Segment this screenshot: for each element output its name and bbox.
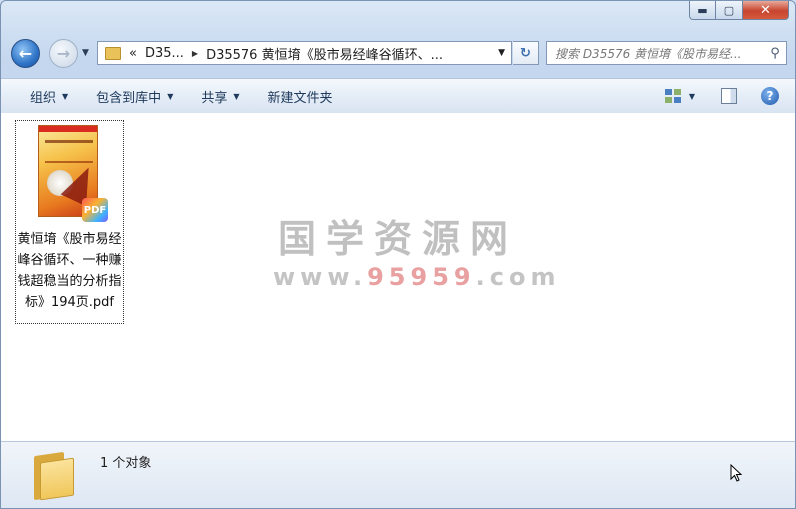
- view-controls: ▼ ?: [664, 79, 795, 113]
- help-icon[interactable]: ?: [761, 87, 779, 105]
- share-label: 共享: [201, 90, 228, 106]
- chevron-down-icon: ▼: [233, 91, 240, 101]
- details-pane: 1 个对象: [1, 441, 795, 508]
- breadcrumb-overflow[interactable]: «: [129, 46, 137, 61]
- share-menu[interactable]: 共享 ▼: [201, 87, 239, 106]
- navigation-bar: ← → ▼ « D35... ▶ D35576 黄恒堉《股市易经峰谷循环、...…: [1, 37, 795, 71]
- watermark-title: 国学资源网: [277, 217, 518, 261]
- command-bar: 组织 ▼ 包含到库中 ▼ 共享 ▼ 新建文件夹 ▼ ?: [1, 78, 795, 114]
- include-in-library-label: 包含到库中: [96, 90, 162, 106]
- item-count: 1 个对象: [100, 456, 152, 471]
- close-button[interactable]: ✕: [743, 1, 789, 20]
- address-bar[interactable]: « D35... ▶ D35576 黄恒堉《股市易经峰谷循环、... ▼: [97, 41, 512, 65]
- view-options-dropdown-icon[interactable]: ▼: [689, 92, 695, 101]
- mouse-cursor-icon: [730, 464, 742, 482]
- change-view-icon[interactable]: [664, 89, 681, 103]
- caption-buttons: ▬ ▢ ✕: [689, 1, 789, 20]
- organize-menu[interactable]: 组织 ▼: [30, 87, 68, 106]
- file-name-label: 黄恒堉《股市易经峰谷循环、一种赚钱超稳当的分析指标》194页.pdf: [17, 232, 122, 310]
- watermark: 国学资源网 www.95959.com: [273, 217, 561, 293]
- include-in-library-menu[interactable]: 包含到库中 ▼: [96, 87, 173, 106]
- explorer-window: ▬ ▢ ✕ ← → ▼ « D35... ▶ D35576 黄恒堉《股市易经峰谷…: [0, 0, 796, 509]
- chevron-down-icon: ▼: [167, 91, 174, 101]
- folder-large-icon: [34, 450, 74, 501]
- pdf-badge-icon: PDF: [82, 198, 108, 222]
- folder-icon: [105, 46, 121, 60]
- back-button[interactable]: ←: [11, 39, 40, 68]
- watermark-url: www.95959.com: [273, 263, 561, 291]
- breadcrumb-arrow-icon[interactable]: ▶: [192, 49, 198, 58]
- search-input[interactable]: 搜索 D35576 黄恒堉《股市易经... ⚲: [546, 41, 787, 65]
- maximize-button[interactable]: ▢: [716, 1, 743, 20]
- refresh-button[interactable]: ↻: [513, 41, 539, 65]
- file-list-pane[interactable]: PDF 黄恒堉《股市易经峰谷循环、一种赚钱超稳当的分析指标》194页.pdf 国…: [1, 113, 795, 441]
- new-folder-label: 新建文件夹: [267, 90, 333, 106]
- search-placeholder: 搜索 D35576 黄恒堉《股市易经...: [555, 46, 742, 61]
- breadcrumb-item-parent[interactable]: D35...: [145, 46, 184, 61]
- minimize-button[interactable]: ▬: [689, 1, 716, 20]
- preview-pane-icon[interactable]: [721, 88, 737, 104]
- forward-button[interactable]: →: [49, 39, 78, 68]
- breadcrumb-item-current[interactable]: D35576 黄恒堉《股市易经峰谷循环、...: [206, 44, 443, 63]
- file-item-pdf[interactable]: PDF 黄恒堉《股市易经峰谷循环、一种赚钱超稳当的分析指标》194页.pdf: [15, 120, 124, 324]
- chevron-down-icon: ▼: [62, 91, 69, 101]
- address-dropdown-icon[interactable]: ▼: [498, 48, 505, 58]
- search-icon[interactable]: ⚲: [764, 46, 786, 61]
- recent-pages-dropdown[interactable]: ▼: [82, 48, 89, 58]
- new-folder-button[interactable]: 新建文件夹: [268, 87, 333, 106]
- organize-label: 组织: [30, 90, 57, 106]
